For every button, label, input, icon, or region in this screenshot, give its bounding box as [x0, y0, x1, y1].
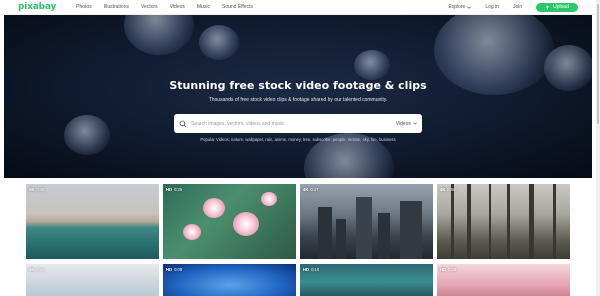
duration-label: 0:59 — [447, 187, 456, 192]
tree-shape — [507, 184, 510, 259]
tree-shape — [451, 184, 454, 259]
blossom-shape — [203, 198, 225, 218]
jellyfish-image — [124, 15, 194, 55]
join-link[interactable]: Join — [513, 4, 522, 10]
duration-label: 0:10 — [311, 267, 320, 272]
nav-link-sound-effects[interactable]: Sound Effects — [222, 4, 253, 10]
video-badge: HD 0:25 — [440, 267, 456, 272]
tag-link[interactable]: money, — [288, 137, 301, 142]
quality-label: HD — [303, 267, 310, 272]
tag-link[interactable]: wallpaper, — [245, 137, 264, 142]
tree-shape — [467, 184, 471, 259]
duration-label: 0:17 — [310, 187, 319, 192]
tag-link[interactable]: motion, — [348, 137, 362, 142]
tag-link[interactable]: sky, — [363, 137, 370, 142]
hero-title: Stunning free stock video footage & clip… — [169, 79, 427, 92]
login-link[interactable]: Log in — [485, 4, 499, 10]
upload-label: Upload — [553, 4, 569, 10]
scrollbar-thumb[interactable] — [597, 4, 599, 124]
blossom-shape — [183, 224, 201, 240]
video-card[interactable]: HD 0:10 — [300, 264, 433, 296]
quality-label: HD — [166, 267, 173, 272]
tree-shape — [529, 184, 534, 259]
video-card[interactable]: 4K 0:36 — [26, 184, 159, 259]
jellyfish-image — [354, 50, 390, 80]
building-shape — [400, 201, 422, 259]
quality-label: 4K — [29, 187, 35, 192]
jellyfish-image — [199, 25, 239, 60]
nav-right: Explore Log in Join Upload — [448, 2, 578, 12]
search-input[interactable] — [191, 120, 396, 127]
duration-label: 0:25 — [174, 187, 183, 192]
tag-link[interactable]: people, — [333, 137, 347, 142]
blossom-shape — [261, 192, 277, 206]
video-badge: 4K 0:14 — [29, 267, 45, 272]
video-card[interactable]: HD 0:25 — [163, 184, 296, 259]
video-card[interactable]: 4K 0:17 — [300, 184, 433, 259]
jellyfish-image — [64, 115, 110, 155]
video-badge: 4K 0:17 — [303, 187, 319, 192]
search-icon[interactable] — [179, 120, 187, 128]
quality-label: HD — [440, 267, 447, 272]
video-card[interactable]: 4K 0:14 — [26, 264, 159, 296]
video-badge: HD 0:10 — [303, 267, 319, 272]
duration-label: 0:14 — [36, 267, 45, 272]
nav-link-illustrations[interactable]: Illustrations — [104, 4, 129, 10]
hero-subtitle: Thousands of free stock video clips & fo… — [208, 97, 388, 103]
explore-menu[interactable]: Explore — [448, 4, 472, 10]
upload-icon — [545, 4, 550, 9]
top-navigation: pixabay Photos Illustrations Vectors Vid… — [0, 0, 596, 15]
video-badge: 4K 0:59 — [440, 187, 456, 192]
nav-link-videos[interactable]: Videos — [170, 4, 185, 10]
building-shape — [356, 197, 372, 259]
video-badge: HD 0:25 — [166, 187, 182, 192]
video-badge: HD 0:09 — [166, 267, 182, 272]
duration-label: 0:36 — [36, 187, 45, 192]
search-type-label: Videos — [395, 120, 411, 127]
quality-label: 4K — [303, 187, 309, 192]
page-scrollbar[interactable] — [596, 0, 600, 296]
pixabay-logo[interactable]: pixabay — [18, 2, 56, 12]
video-badge: 4K 0:36 — [29, 187, 45, 192]
quality-label: 4K — [29, 267, 35, 272]
tag-link[interactable]: anime, — [275, 137, 288, 142]
video-grid: 4K 0:36 HD 0:25 4K 0:17 4K 0:59 4K 0:14 HD 0:0… — [26, 184, 572, 296]
duration-label: 0:25 — [448, 267, 457, 272]
video-card[interactable]: HD 0:25 — [437, 264, 570, 296]
search-type-dropdown[interactable]: Videos — [396, 121, 417, 127]
tag-link[interactable]: tree, — [303, 137, 311, 142]
hero-banner: Stunning free stock video footage & clip… — [4, 15, 592, 178]
blossom-shape — [233, 212, 259, 236]
nav-link-vectors[interactable]: Vectors — [141, 4, 158, 10]
duration-label: 0:09 — [174, 267, 183, 272]
building-shape — [336, 219, 346, 259]
tag-link[interactable]: fire, — [371, 137, 378, 142]
tree-shape — [489, 184, 491, 259]
tree-shape — [553, 184, 556, 259]
nav-links: Photos Illustrations Vectors Videos Musi… — [76, 4, 253, 10]
quality-label: HD — [166, 187, 173, 192]
chevron-down-icon — [413, 122, 417, 125]
building-shape — [318, 207, 332, 259]
search-bar: Videos — [174, 114, 422, 133]
upload-button[interactable]: Upload — [536, 2, 578, 12]
nav-link-music[interactable]: Music — [197, 4, 210, 10]
tag-link[interactable]: nature, — [231, 137, 244, 142]
nav-link-photos[interactable]: Photos — [76, 4, 92, 10]
tag-link[interactable]: business — [379, 137, 396, 142]
video-card[interactable]: 4K 0:59 — [437, 184, 570, 259]
tag-link[interactable]: rain, — [265, 137, 273, 142]
quality-label: 4K — [440, 187, 446, 192]
building-shape — [378, 213, 390, 259]
chevron-down-icon — [467, 6, 472, 9]
popular-tags: Popular Videos: nature, wallpaper, rain,… — [4, 137, 592, 142]
explore-label: Explore — [448, 4, 466, 10]
tag-link[interactable]: subscribe, — [313, 137, 332, 142]
video-card[interactable]: HD 0:09 — [163, 264, 296, 296]
popular-label: Popular Videos: — [200, 137, 230, 142]
